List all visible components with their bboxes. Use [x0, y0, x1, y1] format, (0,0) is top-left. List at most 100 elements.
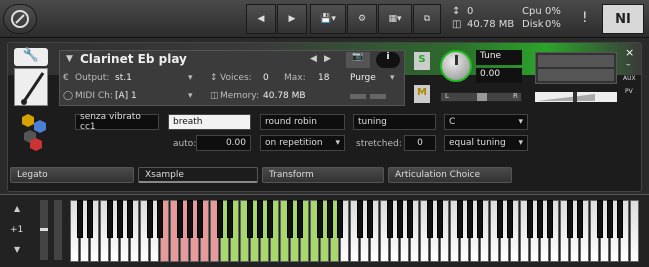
cpu-value: 0%: [545, 6, 561, 17]
voices-value: 0: [263, 73, 269, 83]
breath-field[interactable]: breath: [168, 114, 251, 130]
tab-xsample[interactable]: Xsample: [138, 167, 258, 183]
black-key[interactable]: [527, 200, 533, 238]
minimize-view-icon[interactable]: ⧉: [413, 4, 441, 34]
close-icon[interactable]: ×: [625, 46, 634, 59]
black-key[interactable]: [327, 200, 333, 238]
midi-dropdown-icon[interactable]: ▾: [188, 91, 193, 101]
black-key[interactable]: [617, 200, 623, 238]
ni-logo[interactable]: NI: [602, 4, 644, 34]
output-dropdown-icon[interactable]: ▾: [188, 73, 193, 83]
level-meter: [535, 52, 617, 84]
octave-down-icon[interactable]: ▼: [14, 245, 20, 254]
aux-button[interactable]: AUX: [623, 75, 636, 82]
repetition-select[interactable]: on repetition: [260, 135, 345, 151]
key-select[interactable]: C: [444, 114, 528, 130]
black-key[interactable]: [397, 200, 403, 238]
stretched-label: stretched:: [356, 139, 402, 149]
black-key[interactable]: [457, 200, 463, 238]
voices-count: 0: [467, 6, 474, 17]
black-key[interactable]: [357, 200, 363, 238]
black-key[interactable]: [317, 200, 323, 238]
tab-articulation-choice[interactable]: Articulation Choice: [388, 167, 512, 183]
pv-button[interactable]: PV: [625, 88, 633, 95]
black-key[interactable]: [367, 200, 373, 238]
pan-handle[interactable]: [477, 93, 487, 101]
black-key[interactable]: [407, 200, 413, 238]
next-instrument-icon[interactable]: ▶: [324, 54, 331, 64]
purge-button[interactable]: Purge: [350, 73, 376, 83]
next-icon[interactable]: ▶: [277, 4, 307, 34]
black-key[interactable]: [197, 200, 203, 238]
tab-transform[interactable]: Transform: [262, 167, 384, 183]
purge-dropdown-icon[interactable]: ▾: [390, 73, 395, 83]
auto-value[interactable]: 0.00: [196, 135, 251, 151]
top-toolbar: ◀ ▶ 💾▾ ⚙ ▦▾ ⧉ ↕ 0 ◫ 40.78 MB Cpu 0% Disk…: [0, 0, 649, 38]
wrench-icon[interactable]: 🔧: [14, 48, 48, 66]
tune-value[interactable]: 0.00: [476, 68, 522, 83]
black-key[interactable]: [467, 200, 473, 238]
instrument-name[interactable]: Clarinet Eb play: [80, 52, 187, 66]
tuning-select[interactable]: equal tuning: [444, 135, 528, 151]
black-key[interactable]: [87, 200, 93, 238]
black-key[interactable]: [77, 200, 83, 238]
black-key[interactable]: [537, 200, 543, 238]
black-key[interactable]: [597, 200, 603, 238]
black-key[interactable]: [297, 200, 303, 238]
octave-up-icon[interactable]: ▲: [14, 204, 20, 213]
black-key[interactable]: [547, 200, 553, 238]
previous-icon[interactable]: ◀: [246, 4, 276, 34]
minimize-icon[interactable]: –: [626, 60, 631, 70]
black-key[interactable]: [337, 200, 343, 238]
gear-icon[interactable]: ⚙: [347, 4, 377, 34]
white-key[interactable]: [630, 200, 639, 262]
save-icon[interactable]: 💾▾: [310, 4, 346, 34]
black-key[interactable]: [497, 200, 503, 238]
black-key[interactable]: [437, 200, 443, 238]
view-icon[interactable]: ▦▾: [378, 4, 412, 34]
black-key[interactable]: [267, 200, 273, 238]
volume-slider[interactable]: [535, 92, 617, 102]
collapse-arrow-icon[interactable]: ▼: [66, 54, 73, 64]
black-key[interactable]: [607, 200, 613, 238]
mod-wheel[interactable]: [54, 200, 62, 260]
black-key[interactable]: [567, 200, 573, 238]
black-key[interactable]: [187, 200, 193, 238]
black-key[interactable]: [157, 200, 163, 238]
disk-label: Disk: [522, 19, 544, 30]
black-key[interactable]: [117, 200, 123, 238]
black-key[interactable]: [477, 200, 483, 238]
black-key[interactable]: [577, 200, 583, 238]
camera-icon[interactable]: 📷: [346, 52, 370, 68]
kontakt-logo-icon[interactable]: [3, 4, 37, 34]
prev-instrument-icon[interactable]: ◀: [310, 54, 317, 64]
black-key[interactable]: [387, 200, 393, 238]
output-value[interactable]: st.1: [115, 73, 132, 83]
max-value[interactable]: 18: [318, 73, 329, 83]
black-key[interactable]: [227, 200, 233, 238]
black-key[interactable]: [427, 200, 433, 238]
output-icon: €: [63, 73, 69, 83]
black-key[interactable]: [217, 200, 223, 238]
mute-button[interactable]: M: [414, 85, 430, 103]
black-key[interactable]: [257, 200, 263, 238]
black-key[interactable]: [247, 200, 253, 238]
midi-value[interactable]: [A] 1: [115, 91, 137, 101]
black-key[interactable]: [507, 200, 513, 238]
memory-icon: ◫: [452, 19, 462, 30]
tune-knob[interactable]: [440, 50, 472, 82]
black-key[interactable]: [177, 200, 183, 238]
pitch-wheel[interactable]: [40, 200, 48, 260]
tab-legato[interactable]: Legato: [10, 167, 134, 183]
black-key[interactable]: [147, 200, 153, 238]
stretched-value[interactable]: 0: [404, 135, 436, 151]
pan-slider[interactable]: L R: [440, 92, 522, 102]
info-icon[interactable]: i: [376, 52, 400, 68]
warning-indicator[interactable]: !: [582, 10, 588, 26]
voices-icon: ↕: [210, 73, 218, 83]
solo-button[interactable]: S: [414, 52, 430, 70]
black-key[interactable]: [287, 200, 293, 238]
black-key[interactable]: [107, 200, 113, 238]
black-key[interactable]: [127, 200, 133, 238]
cpu-label: Cpu: [522, 6, 542, 17]
